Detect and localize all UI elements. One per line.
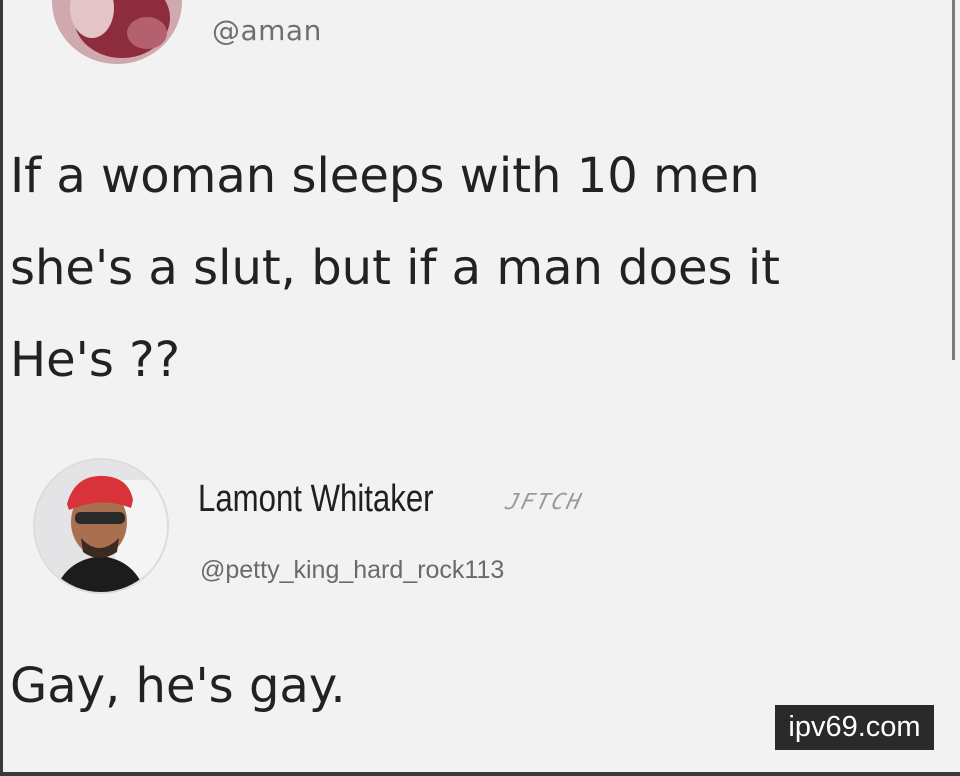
original-tweet-avatar[interactable] (52, 0, 182, 64)
tweet-line: she's a slut, but if a man does it (10, 240, 780, 296)
reply-display-name[interactable]: Lamont Whitaker (198, 478, 434, 521)
frame-right-border (952, 0, 955, 360)
frame-bottom-border (0, 772, 960, 776)
user-photo-icon (35, 460, 167, 592)
watermark-label: ipv69.com (775, 705, 934, 750)
tweet-line: If a woman sleeps with 10 men (10, 148, 760, 204)
reply-text: Gay, he's gay. (10, 658, 346, 714)
handwritten-stamp: JFTCH (502, 490, 586, 515)
original-tweet-handle[interactable]: @aman (212, 14, 322, 47)
original-tweet-text: If a woman sleeps with 10 men she's a slu… (10, 130, 950, 406)
avatar-photo-icon (52, 0, 182, 64)
reply-handle[interactable]: @petty_king_hard_rock113 (200, 556, 504, 585)
frame-left-border (0, 0, 3, 776)
reply-avatar[interactable] (33, 458, 169, 594)
tweet-line: He's ?? (10, 332, 181, 388)
